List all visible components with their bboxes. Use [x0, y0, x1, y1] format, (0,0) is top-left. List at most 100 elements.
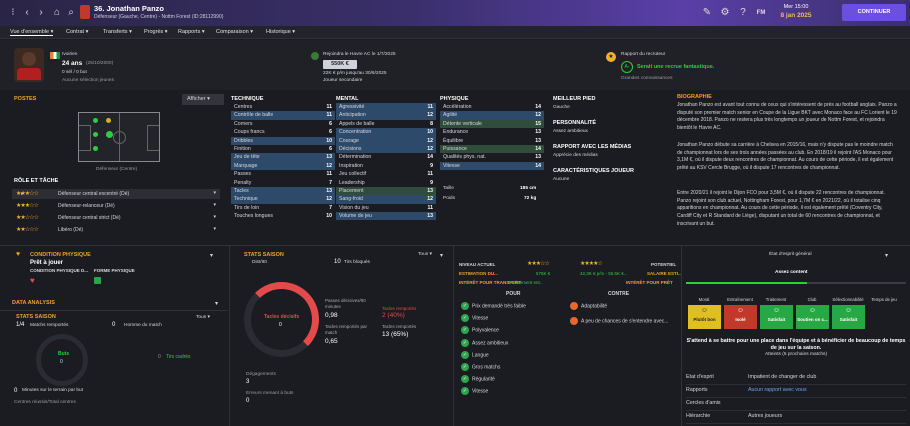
nationality: Ivoirien	[62, 52, 78, 57]
search-icon[interactable]: ⌕	[64, 6, 78, 20]
current-ability-stars: ★★★☆☆	[527, 261, 550, 267]
display-dropdown[interactable]: Afficher ▾	[182, 94, 224, 105]
attribute-label: Agilité	[443, 112, 458, 119]
fm-icon[interactable]: FM	[754, 6, 768, 20]
stats2-filter[interactable]: Tous ▾	[418, 252, 432, 257]
check-icon: ✓	[461, 350, 469, 359]
scout-text: Serait une recrue fantastique.	[637, 64, 715, 70]
mood-row: Hiérarchie Autres joueurs	[686, 411, 906, 424]
mood-cell[interactable]: ☺ Satisfait	[832, 305, 865, 329]
tab-comparison[interactable]: Comparaison ▾	[216, 29, 253, 35]
role-row[interactable]: ★★☆☆☆ Défenseur central strict (Dé) ▾	[12, 213, 220, 223]
mood-row-value[interactable]: Aucun rapport avec vous	[748, 387, 807, 393]
help-icon[interactable]: ?	[736, 6, 750, 20]
attribute-label: Finition	[234, 145, 251, 152]
mood-cell[interactable]: ☺ Satisfait	[760, 305, 793, 329]
settings-icon[interactable]: ⚙	[718, 6, 732, 20]
stats2-title[interactable]: STATS SAISON	[244, 252, 284, 258]
mood-expectation: S'attend à se battre pour une place dans…	[686, 338, 906, 351]
attribute-value: 12	[427, 112, 433, 119]
attribute-label: Endurance	[443, 129, 469, 136]
bio-title[interactable]: BIOGRAPHIE	[677, 94, 712, 100]
role-row[interactable]: ★★★☆☆ ▸ Défenseur central excentré (Dé) …	[12, 189, 220, 199]
expand-icon[interactable]: ▾	[885, 252, 888, 259]
attribute-row: Tacles 13	[231, 186, 335, 196]
mood-cell-label: Plutôt bon	[693, 317, 716, 322]
media-value: Apprécie des médias	[553, 153, 598, 158]
mood-rows: Etat d'esprit Impatient de changer de clu…	[686, 372, 906, 424]
positions-title[interactable]: POSTES	[14, 96, 36, 102]
size-label: Taille	[443, 186, 454, 191]
attribute-label: Appels de balle	[339, 120, 375, 127]
attribute-label: Vision du jeu	[339, 204, 369, 211]
tab-contract[interactable]: Contrat ▾	[66, 29, 88, 35]
attribute-row: Finition 6	[231, 145, 335, 153]
mood-cell-label: Isolé	[735, 317, 746, 322]
role-row[interactable]: ★★☆☆☆ Libéro (Dé) ▾	[12, 225, 220, 235]
role-row[interactable]: ★★★☆☆ Défenseur-relanceur (Dé) ▾	[12, 201, 220, 211]
attribute-row: Décisions 12	[336, 144, 436, 154]
forward-icon[interactable]: ›	[34, 6, 48, 20]
expand-icon[interactable]: ▾	[210, 252, 213, 259]
display-label: Afficher	[187, 96, 206, 102]
minutes-value: 0	[14, 388, 18, 394]
attribute-value: 11	[427, 171, 433, 178]
attribute-row: Coups francs 6	[231, 128, 335, 136]
mood-cell[interactable]: ☺ Soutien on c...	[796, 305, 829, 329]
bio-paragraph: Jonathan Panzo débute sa carrière à Chel…	[677, 142, 894, 172]
edit-icon[interactable]: ✎	[700, 6, 714, 20]
data-analysis-title[interactable]: DATA ANALYSIS	[12, 300, 55, 306]
attribute-label: Placement	[339, 187, 364, 194]
mood-row-label: Hiérarchie	[686, 413, 711, 419]
attribute-value: 11	[427, 204, 433, 211]
stats-filter[interactable]: Tous ▾	[196, 315, 210, 320]
roles-title: RÔLE ET TÂCHE	[14, 178, 59, 184]
divider	[453, 246, 454, 426]
tab-overview[interactable]: Vue d'ensemble ▾	[10, 29, 54, 36]
physique-list: Accélération 14 Agilité 12 Détente verticale…	[440, 103, 544, 171]
mood-row-label: Rapports	[686, 387, 708, 393]
expand-icon[interactable]: ▾	[440, 252, 443, 259]
mood-cell[interactable]: ☺ Plutôt bon	[688, 305, 721, 329]
continue-button[interactable]: CONTINUER	[842, 4, 906, 21]
attribute-value: 13	[326, 154, 332, 161]
page-title: 36. Jonathan Panzo	[94, 4, 165, 13]
motm-label: Homme du match	[124, 323, 162, 328]
tab-reports[interactable]: Rapports ▾	[178, 29, 205, 35]
divider	[681, 246, 682, 426]
pour-text: Vitesse	[472, 315, 489, 322]
attribute-value: 9	[430, 162, 433, 169]
tackles-value: 0	[279, 322, 282, 328]
pour-text: Polyvalence	[472, 327, 499, 334]
contre-text: Adaptabilité	[581, 303, 608, 310]
home-icon[interactable]: ⌂	[50, 6, 64, 20]
attribute-value: 7	[329, 204, 332, 211]
mood-cell-label: Satisfait	[767, 317, 786, 322]
attribute-row: Marquage 12	[231, 161, 335, 171]
stats-title[interactable]: STATS SAISON	[16, 314, 56, 320]
divider	[229, 246, 230, 426]
attribute-value: 12	[427, 145, 433, 152]
salary-label: SALAIRE ESTI...	[647, 271, 682, 276]
tab-progress[interactable]: Progrès ▾	[144, 29, 168, 35]
errors-value: 0	[246, 398, 250, 404]
condition-title[interactable]: CONDITION PHYSIQUE	[30, 252, 91, 258]
attribute-value: 14	[535, 162, 541, 169]
tab-history[interactable]: Historique ▾	[266, 29, 295, 35]
attribute-label: Jeu collectif	[339, 171, 367, 178]
expand-icon[interactable]: ▾	[215, 300, 218, 307]
attribute-label: Qualités phys. nat.	[443, 154, 486, 161]
attribute-row: Agressivité 11	[336, 103, 436, 112]
mood-cell[interactable]: ☺ Isolé	[724, 305, 757, 329]
tab-transfers[interactable]: Transferts ▾	[103, 29, 132, 35]
position-dot-main	[106, 131, 113, 138]
attribute-value: 6	[329, 145, 332, 152]
personality-title: PERSONNALITÉ	[553, 120, 597, 126]
attribute-row: Volume de jeu 13	[336, 212, 436, 221]
tackles-won-value: 2 (40%)	[382, 312, 405, 319]
back-icon[interactable]: ‹	[20, 6, 34, 20]
char-title: CARACTÉRISTIQUES JOUEUR	[553, 168, 634, 174]
mood-row: Etat d'esprit Impatient de changer de clu…	[686, 372, 906, 385]
condition-label: CONDITION PHYSIQUE D...	[30, 268, 89, 273]
menu-icon[interactable]: ⁝	[6, 6, 20, 20]
